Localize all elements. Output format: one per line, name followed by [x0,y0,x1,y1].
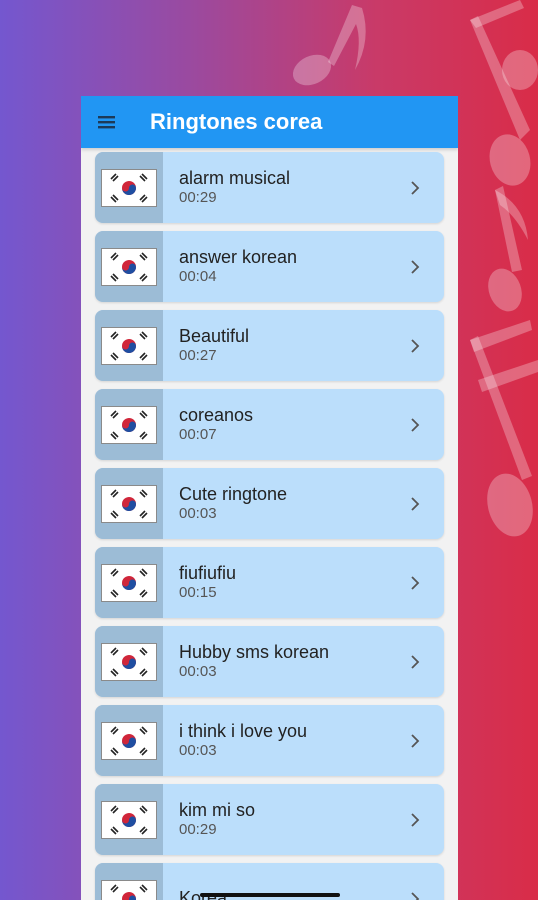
chevron-right-icon[interactable] [402,259,428,274]
ringtone-list[interactable]: alarm musical 00:29 answer korean 00:04 … [81,148,458,900]
korean-flag-icon [95,468,163,539]
chevron-right-icon[interactable] [402,575,428,590]
ringtone-item[interactable]: fiufiufiu 00:15 [95,547,444,618]
ringtone-item[interactable]: i think i love you 00:03 [95,705,444,776]
ringtone-name: Cute ringtone [179,484,288,504]
ringtone-item[interactable]: Cute ringtone 00:03 [95,468,444,539]
app-screen: Ringtones corea alarm musical 00:29 answ… [81,96,458,900]
hamburger-menu-icon[interactable] [81,96,133,148]
ringtone-item[interactable]: kim mi so 00:29 [95,784,444,855]
korean-flag-icon [95,626,163,697]
app-title: Ringtones corea [150,109,323,134]
korean-flag-icon [95,310,163,381]
chevron-right-icon[interactable] [402,733,428,748]
ringtone-item[interactable]: alarm musical 00:29 [95,152,444,223]
ringtone-item[interactable]: Hubby sms korean 00:03 [95,626,444,697]
chevron-right-icon[interactable] [402,891,428,900]
ringtone-name: answer korean [179,247,298,267]
chevron-right-icon[interactable] [402,338,428,353]
ringtone-item[interactable]: answer korean 00:04 [95,231,444,302]
ringtone-item[interactable]: Beautiful 00:27 [95,310,444,381]
ringtone-name: fiufiufiu [179,563,237,583]
chevron-right-icon[interactable] [402,812,428,827]
ringtone-duration: 00:29 [179,189,217,206]
ringtone-duration: 00:07 [179,426,217,443]
korean-flag-icon [95,152,163,223]
ringtone-duration: 00:03 [179,505,217,522]
korean-flag-icon [95,705,163,776]
korean-flag-icon [95,863,163,900]
korean-flag-icon [95,784,163,855]
ringtone-duration: 00:15 [179,584,217,601]
ringtone-item[interactable]: coreanos 00:07 [95,389,444,460]
ringtone-name: alarm musical [179,168,291,188]
chevron-right-icon[interactable] [402,496,428,511]
ringtone-duration: 00:29 [179,821,217,838]
ringtone-name: kim mi so [179,800,255,820]
ringtone-duration: 00:03 [179,742,217,759]
app-bar: Ringtones corea [81,96,458,148]
ringtone-name: Beautiful [179,326,250,346]
home-indicator[interactable] [200,893,340,897]
ringtone-name: Hubby sms korean [179,642,330,662]
korean-flag-icon [95,389,163,460]
ringtone-name: coreanos [179,405,254,425]
chevron-right-icon[interactable] [402,654,428,669]
ringtone-duration: 00:03 [179,663,217,680]
korean-flag-icon [95,231,163,302]
chevron-right-icon[interactable] [402,417,428,432]
chevron-right-icon[interactable] [402,180,428,195]
ringtone-duration: 00:27 [179,347,217,364]
korean-flag-icon [95,547,163,618]
ringtone-name: i think i love you [179,721,308,741]
ringtone-duration: 00:04 [179,268,217,285]
